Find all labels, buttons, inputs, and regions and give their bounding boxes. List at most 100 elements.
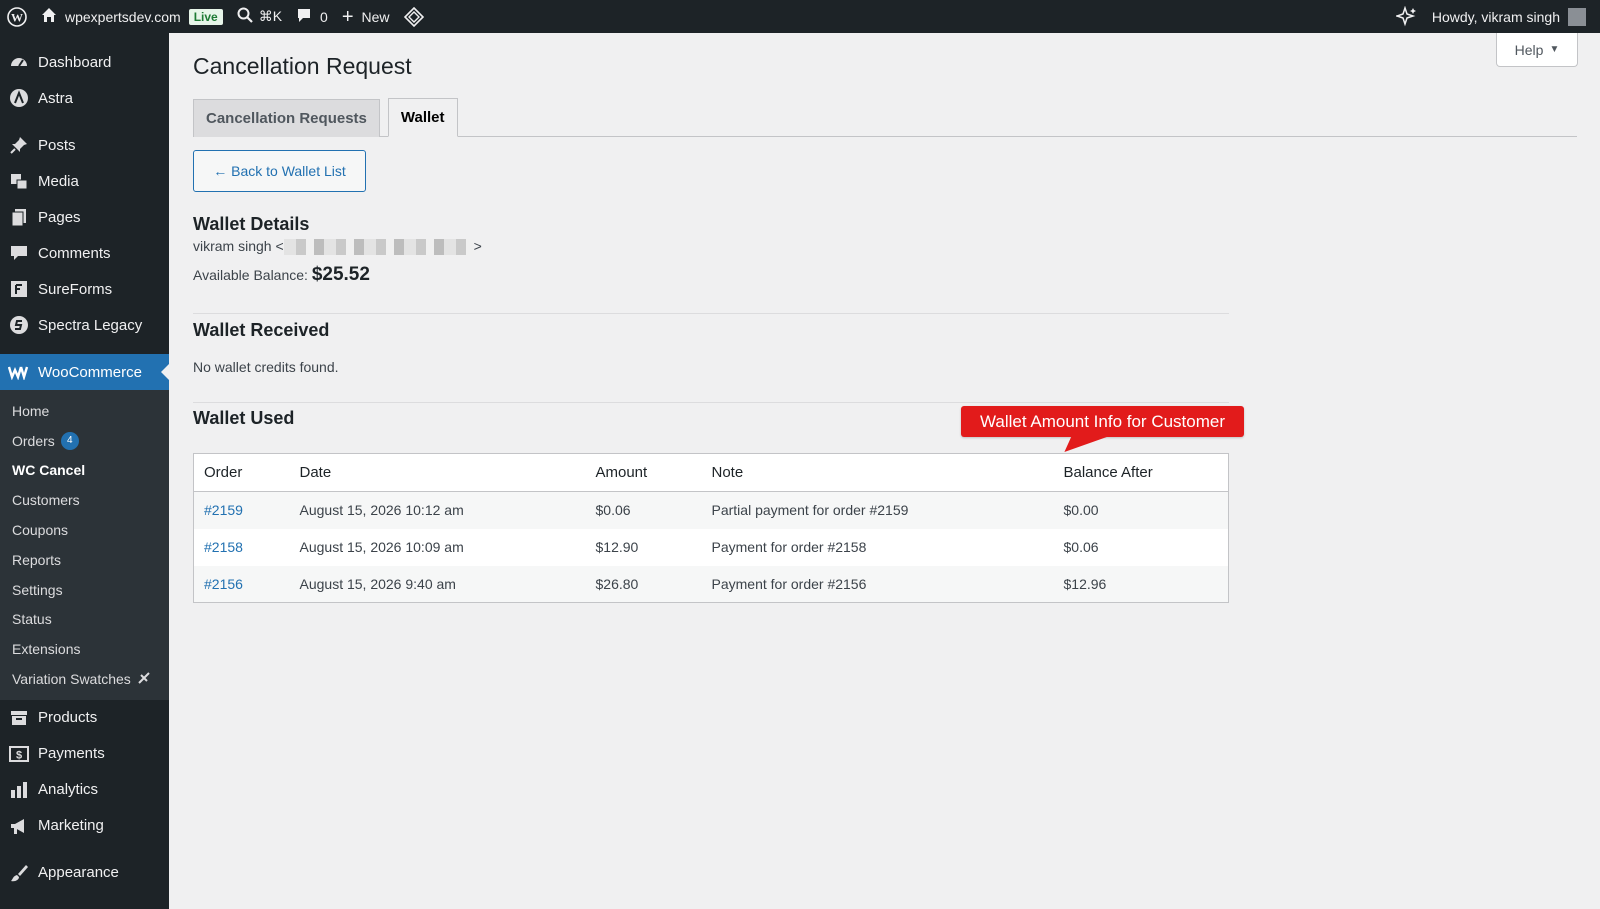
woocommerce-submenu: Home Orders 4 WC Cancel Customers Coupons… [0,390,169,700]
submenu-reports[interactable]: Reports [0,545,169,575]
user-menu[interactable]: Howdy, vikram singh [1425,0,1586,33]
wallet-used-heading: Wallet Used [193,408,295,428]
menu-label: WooCommerce [38,363,142,381]
menu-label: Appearance [38,864,119,882]
menu-item-pages[interactable]: Pages [0,199,169,235]
submenu-label: Customers [12,492,80,509]
menu-item-comments[interactable]: Comments [0,235,169,271]
menu-label: Comments [38,244,111,262]
triangle-down-icon: ▼ [1549,44,1560,55]
note-cell: Partial payment for order #2159 [701,491,1054,529]
column-header-order: Order [193,453,290,492]
menu-item-sureforms[interactable]: SureForms [0,271,169,307]
menu-label: Analytics [38,781,99,799]
menu-label: Payments [38,745,105,763]
menu-label: Media [38,172,79,190]
amount-cell: $26.80 [585,565,702,603]
back-to-wallet-list-button[interactable]: ← Back to Wallet List [193,150,366,192]
comment-bubble-icon [296,7,312,26]
submenu-label: Variation Swatches [12,671,131,688]
wallet-received-heading: Wallet Received [193,320,330,340]
media-icon [8,170,30,192]
balance-after-cell: $12.96 [1053,565,1229,603]
column-header-amount: Amount [585,453,702,492]
dashboard-icon [8,51,30,73]
avatar [1568,7,1586,26]
submenu-home[interactable]: Home [0,396,169,426]
column-header-balance-after: Balance After [1053,453,1229,492]
note-cell: Payment for order #2156 [701,565,1054,603]
help-button[interactable]: Help ▼ [1496,33,1578,67]
table-row: #2156 August 15, 2026 9:40 am $26.80 Pay… [193,565,1229,603]
menu-item-marketing[interactable]: Marketing [0,808,169,844]
customer-name: vikram singh < [193,238,284,254]
date-cell: August 15, 2026 10:09 am [299,539,464,555]
tab-wallet[interactable]: Wallet [387,98,458,137]
menu-label: Marketing [38,817,104,835]
submenu-customers[interactable]: Customers [0,485,169,515]
comments-link[interactable]: 0 [289,0,335,33]
menu-item-posts[interactable]: Posts [0,127,169,163]
submenu-label: Reports [12,551,62,568]
wordpress-logo-icon[interactable]: W [0,0,34,33]
menu-item-astra[interactable]: Astra [0,80,169,116]
new-label: New [361,8,390,25]
menu-item-products[interactable]: Products [0,700,169,736]
menu-item-spectra-legacy[interactable]: Spectra Legacy [0,307,169,343]
balance-line: Available Balance: $25.52 [193,264,370,286]
menu-item-woocommerce[interactable]: WooCommerce [0,354,169,390]
astra-icon [8,87,30,109]
tab-label: Cancellation Requests [206,110,367,127]
woocommerce-icon [8,361,30,383]
date-cell: August 15, 2026 10:12 am [289,491,586,529]
menu-item-media[interactable]: Media [0,163,169,199]
live-badge: Live [188,8,223,25]
order-link[interactable]: #2158 [204,539,243,555]
search-shortcut[interactable]: ⌘K [230,0,289,33]
submenu-coupons[interactable]: Coupons [0,515,169,545]
search-icon [237,7,253,26]
submenu-variation-swatches[interactable]: Variation Swatches [0,664,169,694]
submenu-extensions[interactable]: Extensions [0,634,169,664]
diamond-icon[interactable] [397,0,431,33]
submenu-wc-cancel[interactable]: WC Cancel [0,456,169,486]
order-link[interactable]: #2156 [204,576,243,592]
order-link[interactable]: #2159 [204,502,243,518]
menu-item-appearance[interactable]: Appearance [0,855,169,891]
amount-cell: $0.06 [585,491,702,529]
email-suffix: > [473,238,482,254]
site-name-link[interactable]: wpexpertsdev.com Live [34,0,230,33]
tab-bar: Cancellation Requests Wallet [193,97,1577,137]
tab-cancellation-requests[interactable]: Cancellation Requests [193,99,380,137]
home-icon [41,7,57,26]
swatches-icon [137,671,151,688]
balance-value: $25.52 [311,264,370,285]
submenu-orders[interactable]: Orders 4 [0,426,169,456]
comments-icon [8,242,30,264]
date-cell: August 15, 2026 9:40 am [289,565,586,603]
table-header-row: Order Date Amount Note Balance After [193,453,1229,492]
balance-after-cell: $0.06 [1063,539,1099,555]
wallet-used-table: Order Date Amount Note Balance After #21… [193,453,1229,603]
submenu-settings[interactable]: Settings [0,575,169,605]
brush-icon [8,862,30,884]
new-content-link[interactable]: + New [335,0,397,33]
help-label: Help [1514,41,1544,58]
balance-label: Available Balance: [193,267,308,283]
wallet-details-heading: Wallet Details [193,214,310,234]
tab-label: Wallet [400,109,445,126]
payments-icon: $ [8,743,30,765]
analytics-icon [8,779,30,801]
menu-label: Posts [38,136,76,154]
submenu-label: Status [12,611,52,628]
amount-cell: $12.90 [595,539,639,555]
menu-item-dashboard[interactable]: Dashboard [0,44,169,80]
menu-item-payments[interactable]: $ Payments [0,736,169,772]
section-divider [193,313,1229,314]
note-cell: Payment for order #2158 [711,539,867,555]
customer-line: vikram singh < > [193,238,482,256]
svg-text:W: W [11,10,23,24]
sparkle-icon[interactable] [1389,0,1425,33]
submenu-status[interactable]: Status [0,605,169,635]
menu-item-analytics[interactable]: Analytics [0,772,169,808]
